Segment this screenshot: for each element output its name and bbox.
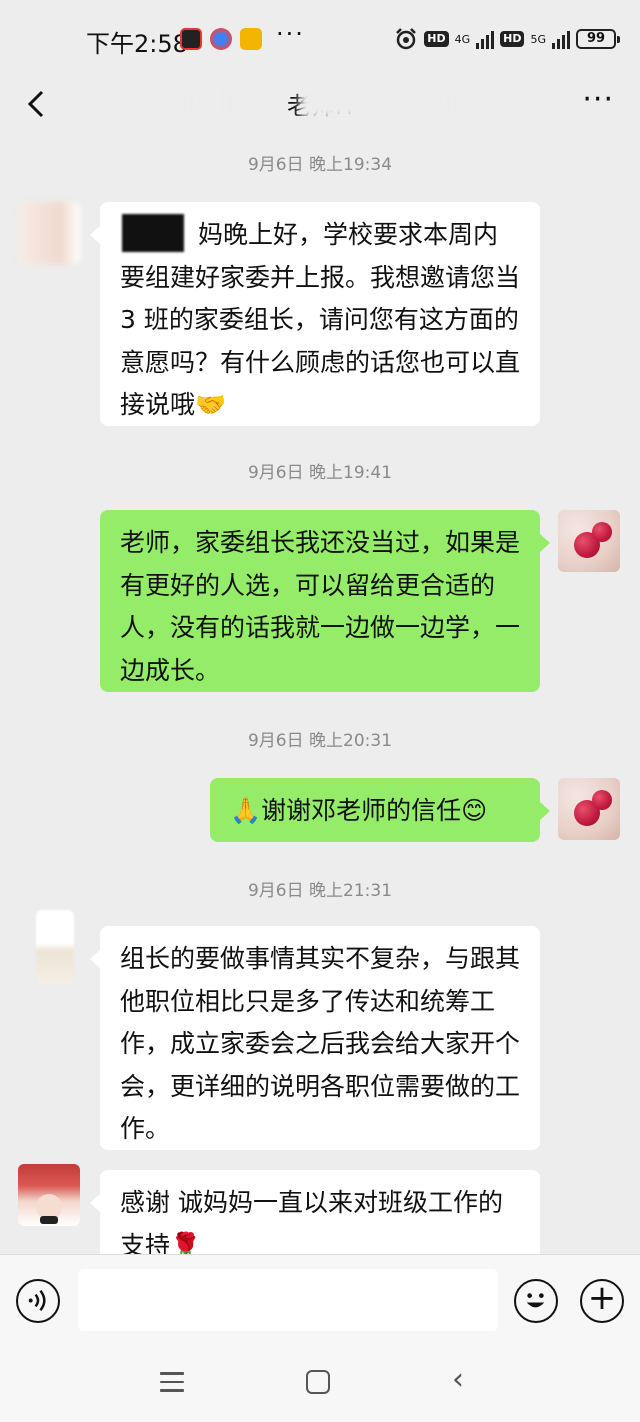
avatar[interactable] bbox=[18, 202, 80, 264]
message-bubble[interactable]: 组长的要做事情其实不复杂，与跟其他职位相比只是多了传达和统筹工作，成立家委会之后… bbox=[90, 926, 540, 1150]
avatar[interactable] bbox=[18, 1164, 80, 1226]
message-text: 感谢 诚妈妈一直以来对班级工作的支持🌹 bbox=[120, 1188, 503, 1260]
hd-badge: HD bbox=[424, 31, 449, 47]
redaction-block bbox=[122, 214, 184, 252]
notes-app-icon bbox=[240, 28, 262, 50]
title-redaction-2 bbox=[300, 84, 450, 118]
message-bubble[interactable]: 老师，家委组长我还没当过，如果是有更好的人选，可以留给更合适的人，没有的话我就一… bbox=[100, 510, 550, 692]
network-4g-label: 4G bbox=[454, 32, 471, 46]
message-text: 老师，家委组长我还没当过，如果是有更好的人选，可以留给更合适的人，没有的话我就一… bbox=[120, 528, 521, 685]
title-redaction bbox=[190, 84, 224, 118]
timestamp: 9月6日 晚上21:31 bbox=[247, 881, 393, 901]
message-text: 组长的要做事情其实不复杂，与跟其他职位相比只是多了传达和统筹工作，成立家委会之后… bbox=[120, 944, 521, 1143]
message-bubble[interactable]: 妈晚上好，学校要求本周内要组建好家委并上报。我想邀请您当3 班的家委组长，请问您… bbox=[90, 202, 540, 426]
input-bar: + bbox=[0, 1254, 640, 1346]
timestamp: 9月6日 晚上19:41 bbox=[247, 463, 393, 483]
self-avatar[interactable] bbox=[558, 778, 620, 840]
chat-header: 老师H ··· bbox=[0, 80, 640, 138]
status-bar: 下午2:58 ··· HD 4G HD 5G 99 bbox=[0, 0, 640, 80]
video-app-icon bbox=[180, 28, 202, 50]
signal-icon bbox=[476, 29, 495, 49]
timestamp: 9月6日 晚上19:34 bbox=[247, 155, 393, 175]
plus-icon[interactable]: + bbox=[580, 1279, 624, 1323]
status-indicators: HD 4G HD 5G 99 bbox=[394, 26, 620, 52]
message-bubble[interactable]: 🙏谢谢邓老师的信任😊 bbox=[210, 778, 550, 842]
back-icon[interactable]: ‹ bbox=[452, 1362, 464, 1398]
network-5g-label: 5G bbox=[530, 32, 546, 46]
timestamp: 9月6日 晚上20:31 bbox=[247, 731, 393, 751]
signal-icon-2 bbox=[552, 29, 570, 49]
message-text: 🙏谢谢邓老师的信任😊 bbox=[230, 796, 488, 825]
alarm-icon bbox=[396, 28, 417, 50]
system-nav-bar: ‹ bbox=[0, 1346, 640, 1422]
voice-icon[interactable] bbox=[16, 1279, 60, 1323]
home-icon[interactable] bbox=[306, 1370, 330, 1394]
status-time: 下午2:58 bbox=[86, 30, 188, 58]
self-avatar[interactable] bbox=[558, 510, 620, 572]
avatar-bow bbox=[40, 1216, 58, 1224]
menu-icon[interactable] bbox=[160, 1372, 184, 1392]
emoji-icon[interactable] bbox=[514, 1279, 558, 1323]
hd-badge-2: HD bbox=[500, 31, 525, 47]
avatar[interactable] bbox=[36, 910, 74, 984]
map-app-icon bbox=[210, 28, 232, 50]
more-icon[interactable]: ··· bbox=[582, 80, 614, 120]
battery-indicator: 99 bbox=[576, 29, 620, 49]
message-input[interactable] bbox=[78, 1269, 498, 1331]
more-notifications-icon: ··· bbox=[276, 20, 305, 48]
